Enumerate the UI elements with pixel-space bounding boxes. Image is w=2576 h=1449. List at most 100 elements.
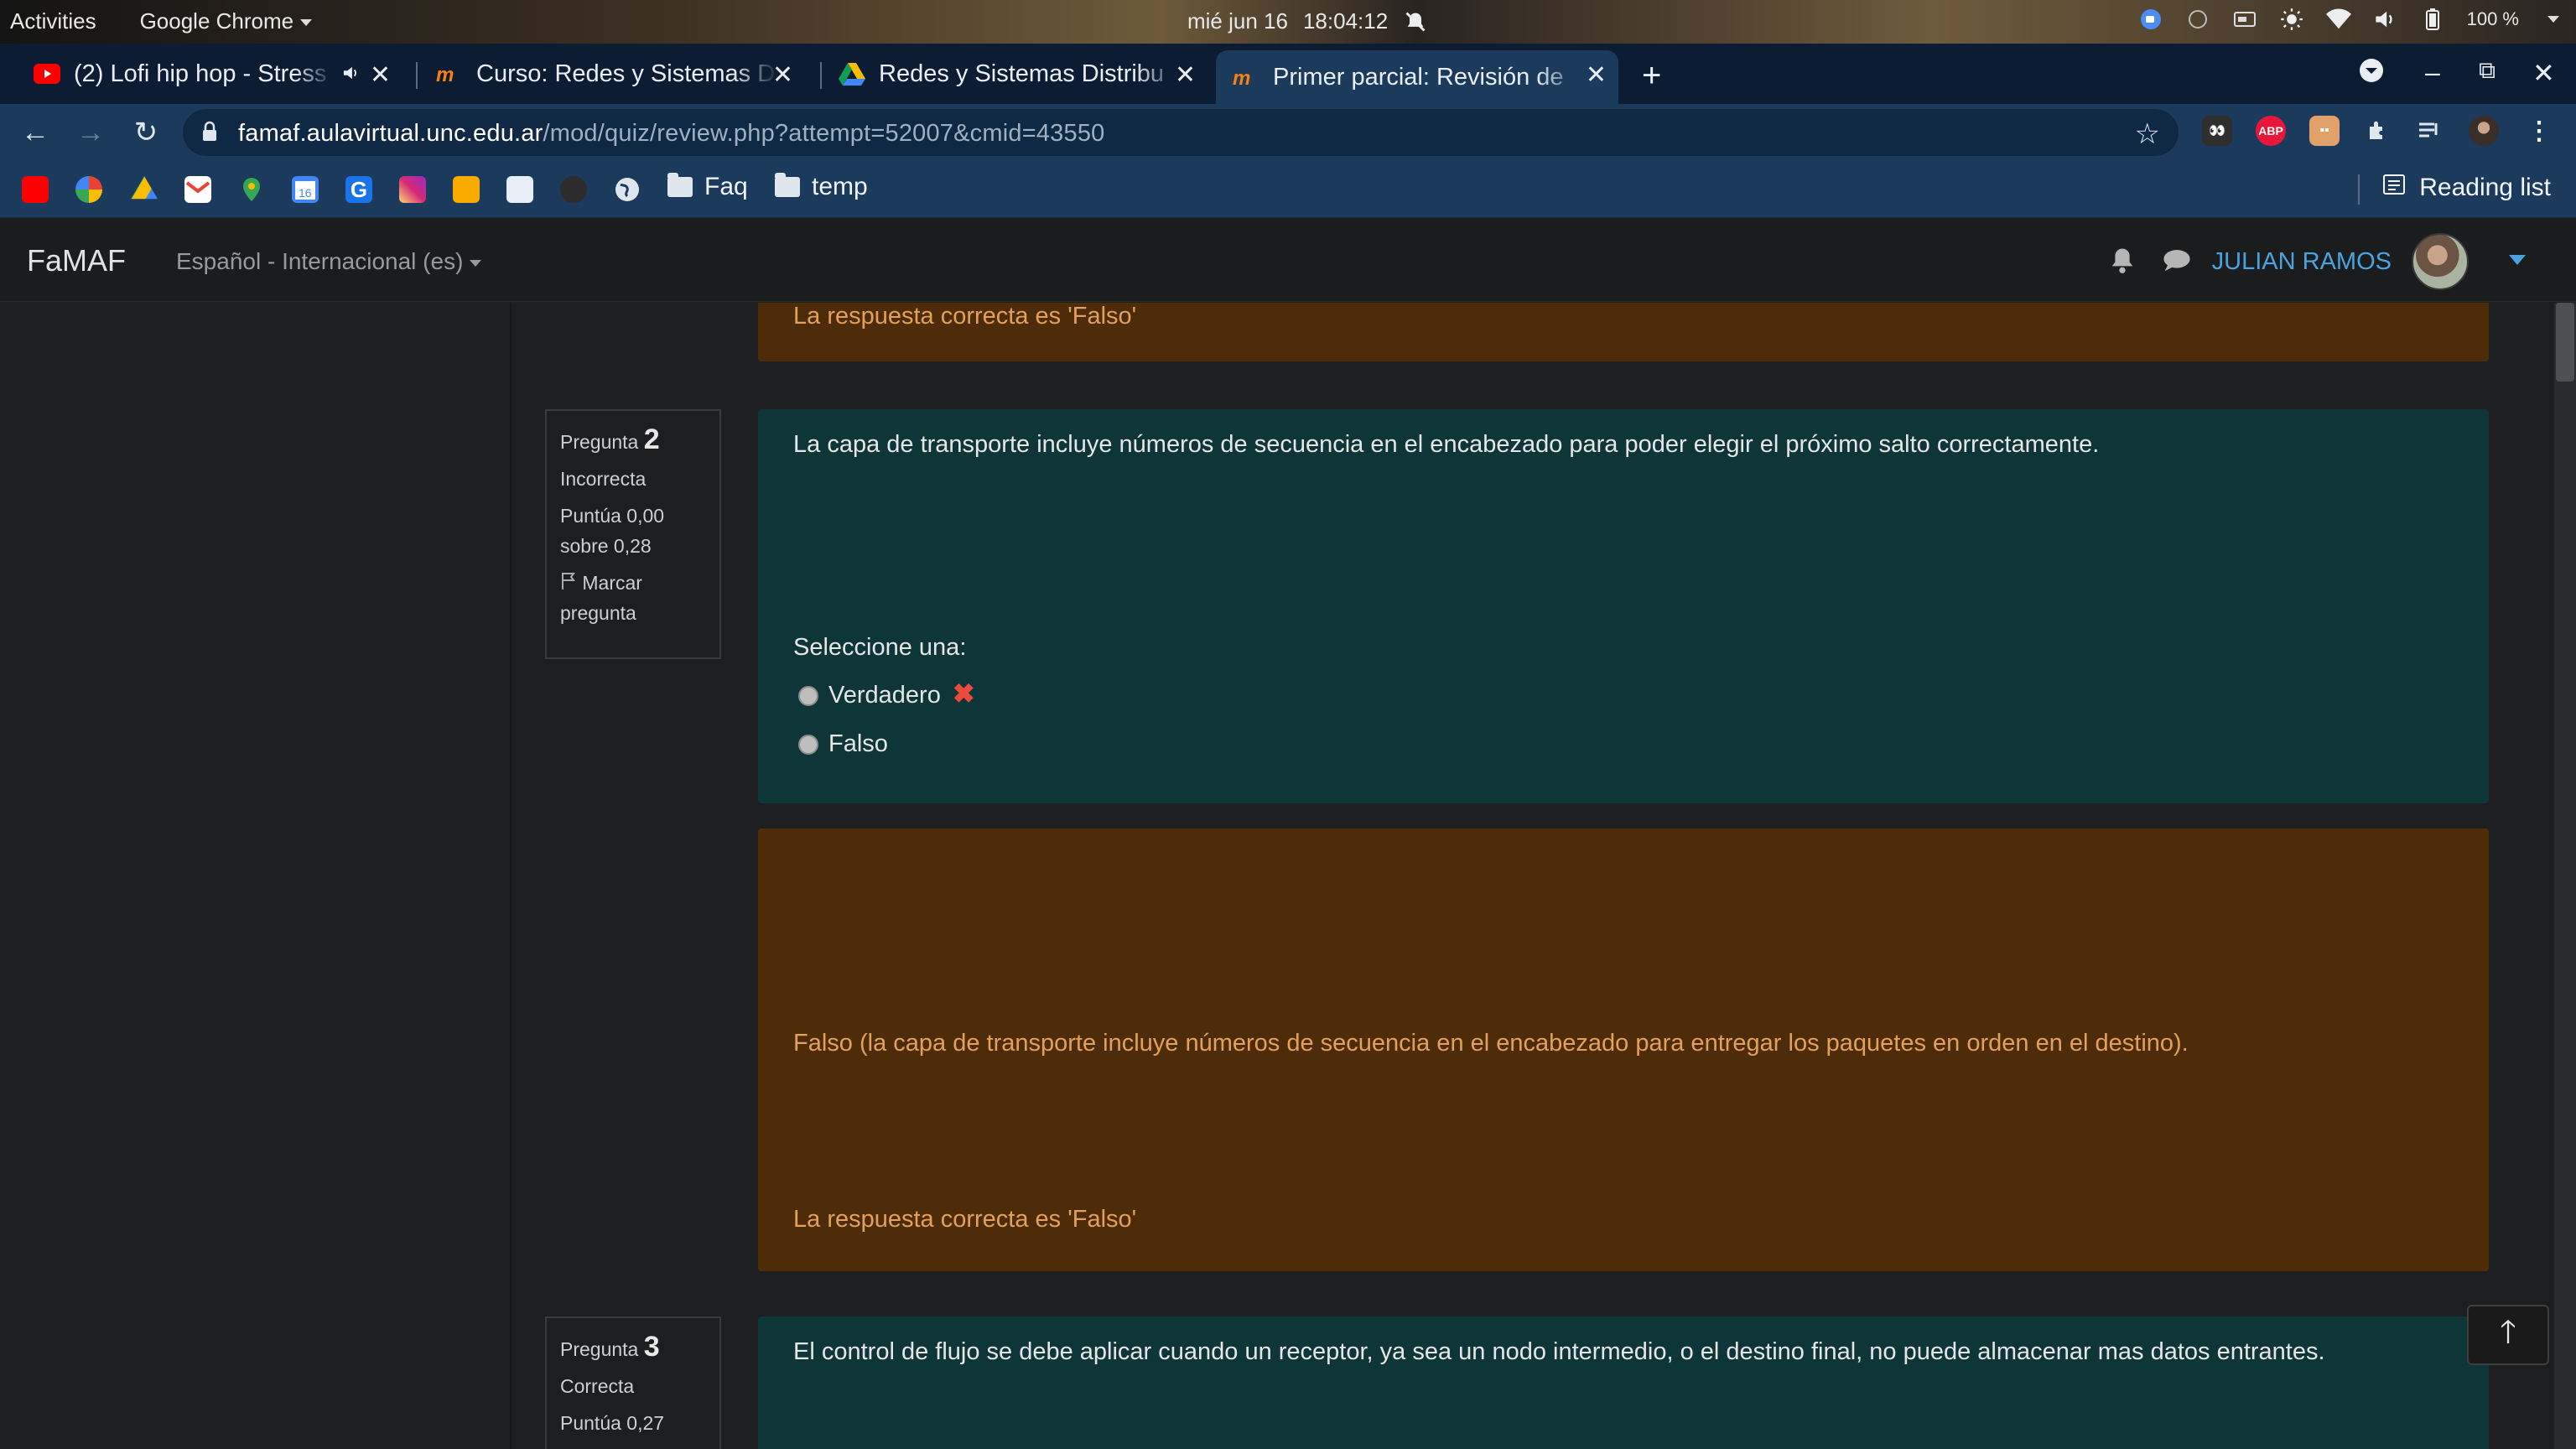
- folder-icon: [775, 173, 800, 197]
- system-top-bar: Activities Google Chrome mié jun 16 18:0…: [0, 0, 2576, 44]
- flag-question-link[interactable]: Marcar pregunta: [560, 568, 706, 628]
- reload-icon[interactable]: ↻: [126, 112, 166, 153]
- wifi-icon[interactable]: [2325, 7, 2351, 32]
- speaker-icon[interactable]: [342, 60, 361, 88]
- battery-percent: 100 %: [2466, 8, 2519, 29]
- tab-curso[interactable]: m Curso: Redes y Sistemas D ✕: [419, 50, 805, 97]
- back-arrow-icon[interactable]: ←: [15, 112, 55, 153]
- question-number: 3: [643, 1331, 660, 1363]
- grammarly-bookmark-icon[interactable]: G: [345, 176, 372, 203]
- answer-option-falso[interactable]: Falso: [798, 730, 888, 758]
- tab-primer-parcial[interactable]: m Primer parcial: Revisión de ✕: [1216, 50, 1618, 104]
- extension-face-icon[interactable]: ▪▪: [2309, 116, 2340, 146]
- user-name[interactable]: JULIAN RAMOS: [2212, 248, 2392, 276]
- google-photos-bookmark-icon[interactable]: [75, 176, 102, 203]
- profile-avatar-icon[interactable]: [2469, 116, 2499, 146]
- scrollbar-thumb[interactable]: [2556, 303, 2574, 382]
- back-to-top-button[interactable]: 🡑: [2467, 1305, 2549, 1365]
- question-state: Correcta: [560, 1375, 635, 1397]
- tab-title: Primer parcial: Revisión de: [1273, 63, 1564, 91]
- bookmark-folder-temp[interactable]: temp: [775, 173, 868, 201]
- whatsapp-tray-icon[interactable]: [2185, 7, 2210, 32]
- volume-icon[interactable]: [2373, 7, 2398, 32]
- question-3-info: Pregunta 3 Correcta Puntúa 0,27: [545, 1317, 721, 1449]
- question-3-formulation: El control de flujo se debe aplicar cuan…: [758, 1317, 2489, 1449]
- lock-icon[interactable]: [201, 121, 218, 147]
- messages-bubble-icon[interactable]: [2162, 247, 2192, 277]
- google-maps-bookmark-icon[interactable]: [238, 176, 265, 203]
- question-text: El control de flujo se debe aplicar cuan…: [793, 1338, 2325, 1365]
- tab-separator: [416, 62, 418, 89]
- zoom-tray-icon[interactable]: [2138, 7, 2163, 32]
- media-control-icon[interactable]: [2415, 116, 2445, 146]
- radio-button[interactable]: [798, 686, 818, 707]
- radio-button[interactable]: [798, 735, 818, 756]
- bookmark-star-icon[interactable]: ☆: [2135, 117, 2160, 151]
- reading-list-button[interactable]: Reading list: [2382, 173, 2551, 203]
- user-avatar[interactable]: [2412, 233, 2469, 290]
- app-menu[interactable]: Google Chrome: [140, 8, 313, 34]
- youtube-bookmark-icon[interactable]: [22, 176, 49, 203]
- system-menu-chevron-icon[interactable]: [2547, 16, 2559, 23]
- language-menu[interactable]: Español - Internacional (es): [176, 248, 482, 275]
- chrome-menu-icon[interactable]: ⋮: [2524, 116, 2554, 146]
- screen-tray-icon[interactable]: [2232, 7, 2257, 32]
- globe-bookmark-icon[interactable]: [614, 176, 641, 203]
- question-grade: Puntúa 0,00 sobre 0,28: [560, 505, 665, 557]
- tab-drive[interactable]: Redes y Sistemas Distribu ✕: [822, 50, 1208, 97]
- gmail-bookmark-icon[interactable]: [184, 176, 211, 203]
- reader-bookmark-icon[interactable]: [506, 176, 533, 203]
- drawer-divider: [510, 303, 512, 1449]
- close-tab-icon[interactable]: ✕: [370, 60, 391, 90]
- bookmarks-separator: [2358, 174, 2360, 205]
- forward-arrow-icon[interactable]: →: [70, 112, 111, 153]
- url-text[interactable]: famaf.aulavirtual.unc.edu.ar/mod/quiz/re…: [238, 120, 1104, 148]
- reading-list-icon: [2382, 173, 2406, 203]
- address-bar[interactable]: famaf.aulavirtual.unc.edu.ar/mod/quiz/re…: [183, 109, 2179, 156]
- notifications-bell-icon[interactable]: [2110, 247, 2135, 278]
- tab-strip: (2) Lofi hip hop - Stress ✕ m Curso: Red…: [0, 44, 2576, 104]
- close-tab-icon[interactable]: ✕: [772, 60, 793, 90]
- tab-title: Curso: Redes y Sistemas D: [476, 60, 776, 87]
- instagram-bookmark-icon[interactable]: [399, 176, 426, 203]
- google-calendar-bookmark-icon[interactable]: 16: [292, 176, 319, 203]
- google-drive-icon: [839, 60, 865, 87]
- github-bookmark-icon[interactable]: [560, 176, 587, 203]
- site-brand[interactable]: FaMAF: [27, 243, 126, 278]
- page-scrollbar[interactable]: [2554, 303, 2576, 1449]
- tab-search-icon[interactable]: [2358, 57, 2385, 91]
- new-tab-button[interactable]: +: [1642, 57, 1661, 95]
- browser-toolbar: ← → ↻ famaf.aulavirtual.unc.edu.ar/mod/q…: [0, 104, 2576, 161]
- activities-button[interactable]: Activities: [10, 8, 96, 34]
- extensions-puzzle-icon[interactable]: [2363, 116, 2393, 146]
- clock[interactable]: mié jun 16 18:04:12: [1187, 8, 1428, 34]
- tab-youtube[interactable]: (2) Lofi hip hop - Stress ✕: [17, 50, 402, 97]
- google-drive-bookmark-icon[interactable]: [131, 176, 158, 200]
- user-menu: JULIAN RAMOS: [2110, 233, 2526, 290]
- bookmarks-bar: 16 G Faq temp Reading list: [0, 161, 2576, 218]
- close-window-icon[interactable]: ✕: [2532, 57, 2555, 89]
- correct-answer-text: La respuesta correcta es 'Falso': [793, 1206, 1137, 1233]
- clock-time: 18:04:12: [1302, 8, 1389, 34]
- tab-title: Redes y Sistemas Distribu: [879, 60, 1165, 87]
- brightness-icon[interactable]: [2279, 7, 2304, 32]
- bookmark-folder-faq[interactable]: Faq: [667, 173, 748, 201]
- restore-window-icon[interactable]: ⧉: [2479, 57, 2496, 85]
- google-keep-bookmark-icon[interactable]: [453, 176, 480, 203]
- minimize-window-icon[interactable]: –: [2425, 57, 2440, 88]
- question-state: Incorrecta: [560, 468, 647, 490]
- user-menu-chevron-icon[interactable]: [2509, 254, 2526, 269]
- moodle-icon: m: [1233, 64, 1259, 91]
- moodle-icon: m: [436, 60, 463, 87]
- chevron-down-icon: [470, 259, 482, 267]
- extension-owl-icon[interactable]: 👀: [2202, 116, 2232, 146]
- close-tab-icon[interactable]: ✕: [1175, 60, 1196, 90]
- flag-icon: [560, 572, 577, 594]
- general-feedback: Falso (la capa de transporte incluye núm…: [793, 1030, 2189, 1057]
- question-2-info: Pregunta 2 Incorrecta Puntúa 0,00 sobre …: [545, 409, 721, 659]
- battery-icon[interactable]: [2420, 7, 2445, 32]
- app-menu-label: Google Chrome: [139, 8, 294, 34]
- adblock-plus-icon[interactable]: ABP: [2256, 116, 2286, 146]
- answer-option-verdadero[interactable]: Verdadero ✖: [798, 678, 975, 709]
- close-tab-icon[interactable]: ✕: [1586, 60, 1607, 90]
